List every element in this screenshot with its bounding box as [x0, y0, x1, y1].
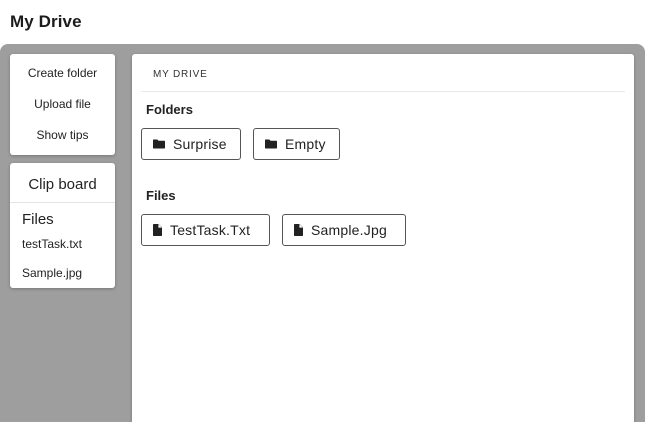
folder-name: Surprise [173, 136, 227, 152]
breadcrumb-divider [141, 91, 625, 92]
clipboard-file-item[interactable]: testTask.txt [22, 237, 82, 251]
clipboard-divider [10, 202, 115, 203]
clipboard-panel: Clip board Files testTask.txt Sample.jpg [10, 163, 115, 288]
file-icon [153, 224, 162, 236]
file-icon [294, 224, 303, 236]
show-tips-button[interactable]: Show tips [10, 124, 115, 146]
file-button-sample[interactable]: Sample.Jpg [282, 214, 406, 246]
create-folder-button[interactable]: Create folder [10, 62, 115, 84]
app-title: My Drive [10, 12, 82, 31]
file-name: TestTask.Txt [170, 222, 251, 238]
file-button-testtask[interactable]: TestTask.Txt [141, 214, 270, 246]
folder-button-surprise[interactable]: Surprise [141, 128, 241, 160]
main-panel: MY DRIVE Folders Surprise Empty Files Te… [132, 54, 634, 422]
folder-button-empty[interactable]: Empty [253, 128, 340, 160]
file-name: Sample.Jpg [311, 222, 387, 238]
workspace: Create folder Upload file Show tips Clip… [0, 44, 645, 422]
folder-icon [153, 139, 165, 149]
breadcrumb[interactable]: MY DRIVE [153, 69, 208, 80]
clipboard-files-heading: Files [22, 211, 54, 228]
clipboard-title: Clip board [28, 176, 97, 193]
actions-panel: Create folder Upload file Show tips [10, 54, 115, 155]
top-bar: My Drive [0, 0, 645, 44]
folder-name: Empty [285, 136, 326, 152]
folders-heading: Folders [146, 102, 193, 117]
files-heading: Files [146, 188, 176, 203]
clipboard-file-item[interactable]: Sample.jpg [22, 266, 82, 280]
upload-file-button[interactable]: Upload file [10, 93, 115, 115]
folder-icon [265, 139, 277, 149]
